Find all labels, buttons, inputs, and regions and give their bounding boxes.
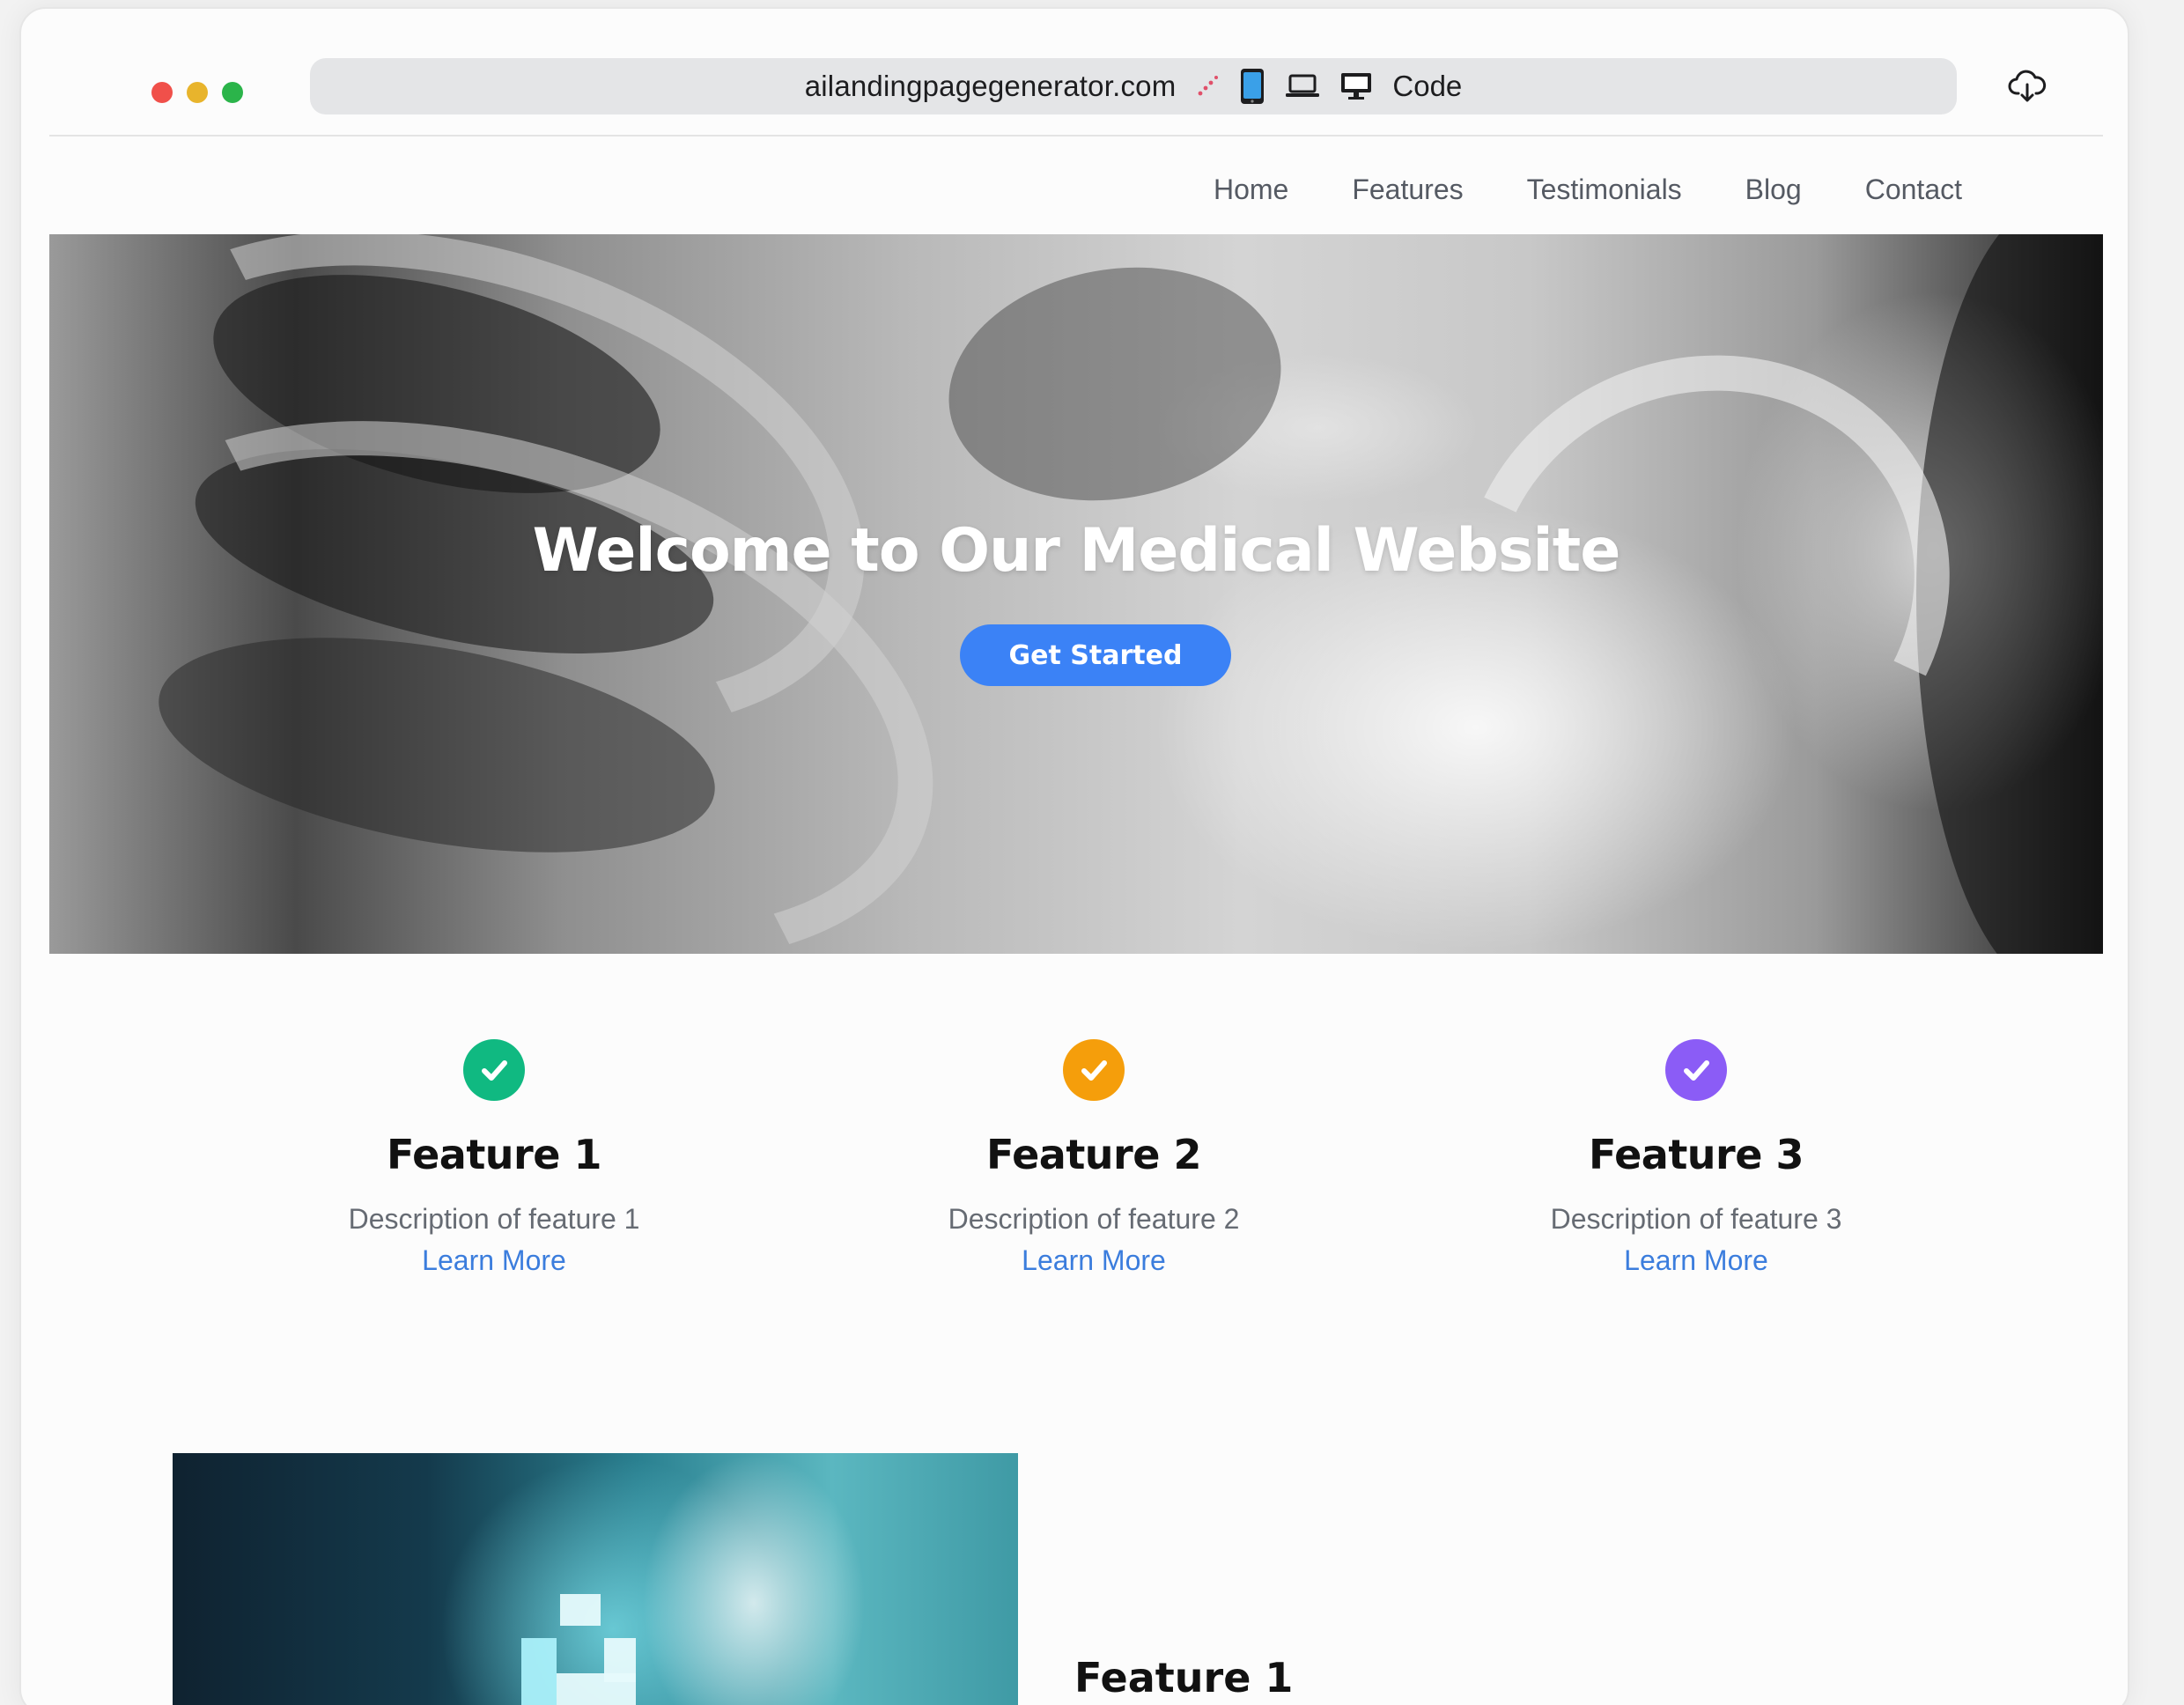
site-nav: Home Features Testimonials Blog Contact	[49, 137, 2103, 242]
check-circle-icon	[463, 1039, 525, 1101]
nav-blog[interactable]: Blog	[1745, 173, 1802, 206]
feature-title: Feature 2	[986, 1131, 1201, 1178]
get-started-button[interactable]: Get Started	[960, 624, 1231, 686]
feature-description: Description of feature 1	[348, 1203, 640, 1235]
pixel-logo-block	[560, 1594, 601, 1626]
feature-description: Description of feature 2	[948, 1203, 1240, 1235]
code-button[interactable]: Code	[1392, 70, 1462, 103]
magic-wand-icon[interactable]	[1195, 74, 1220, 99]
hero-title: Welcome to Our Medical Website	[532, 516, 1621, 586]
hero-section: Welcome to Our Medical Website Get Start…	[49, 234, 2103, 954]
feature-card-1: Feature 1 Description of feature 1 Learn…	[230, 1039, 758, 1277]
xray-shadow	[930, 241, 1300, 527]
maximize-window-button[interactable]	[222, 82, 243, 103]
mobile-icon[interactable]	[1239, 68, 1265, 105]
xray-rib	[1394, 286, 2016, 887]
window-controls	[151, 82, 243, 103]
title-bar: ailandingpagegenerator.com Code	[49, 9, 2103, 137]
learn-more-link[interactable]: Learn More	[1432, 1244, 1960, 1277]
laptop-icon[interactable]	[1285, 73, 1320, 100]
section-title: Feature 1	[1074, 1654, 1294, 1701]
check-circle-icon	[1665, 1039, 1727, 1101]
url-text: ailandingpagegenerator.com	[804, 70, 1177, 102]
pixel-logo-block	[521, 1638, 557, 1705]
feature-description: Description of feature 3	[1550, 1203, 1842, 1235]
nav-testimonials[interactable]: Testimonials	[1527, 173, 1682, 206]
nav-home[interactable]: Home	[1214, 173, 1288, 206]
minimize-window-button[interactable]	[187, 82, 208, 103]
feature-card-2: Feature 2 Description of feature 2 Learn…	[830, 1039, 1358, 1277]
feature-title: Feature 1	[387, 1131, 601, 1178]
features-section: Feature 1 Description of feature 1 Learn…	[49, 1039, 2103, 1303]
address-bar[interactable]: ailandingpagegenerator.com Code	[310, 58, 1957, 114]
feature-title: Feature 3	[1589, 1131, 1804, 1178]
learn-more-link[interactable]: Learn More	[830, 1244, 1358, 1277]
check-circle-icon	[1063, 1039, 1125, 1101]
close-window-button[interactable]	[151, 82, 173, 103]
cloud-download-icon[interactable]	[2008, 67, 2047, 106]
feature-card-3: Feature 3 Description of feature 3 Learn…	[1432, 1039, 1960, 1277]
pixel-logo-block	[604, 1638, 636, 1682]
nav-features[interactable]: Features	[1352, 173, 1463, 206]
learn-more-link[interactable]: Learn More	[230, 1244, 758, 1277]
feature-image	[173, 1453, 1018, 1705]
nav-contact[interactable]: Contact	[1865, 173, 1962, 206]
desktop-icon[interactable]	[1339, 71, 1373, 101]
browser-window: ailandingpagegenerator.com Code Home Fea…	[19, 7, 2129, 1705]
